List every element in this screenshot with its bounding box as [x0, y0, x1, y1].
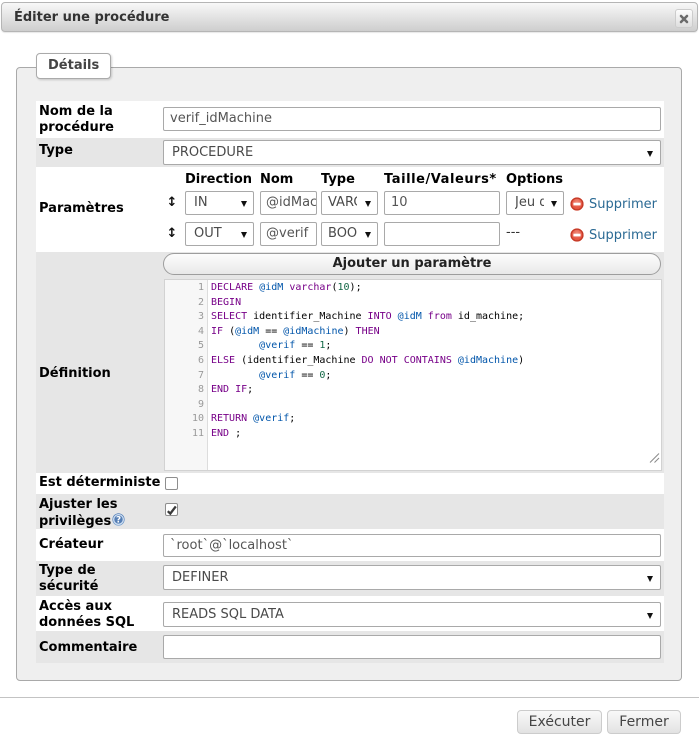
param-1-length-input[interactable]: 10 — [384, 191, 500, 215]
add-parameter-button[interactable]: Ajouter un paramètre — [163, 253, 661, 275]
creator-input[interactable]: `root`@`localhost` — [163, 534, 661, 557]
row-deterministic: Est déterministe — [36, 473, 664, 494]
details-fieldset: Nom de la procédure verif_idMachine Type… — [16, 67, 682, 681]
select-arrow-icon — [647, 576, 653, 582]
close-dialog-button[interactable]: Fermer — [607, 710, 681, 734]
drag-handle-icon[interactable]: ↕ — [166, 226, 178, 242]
param-1-type-select[interactable]: VARCHAR — [321, 191, 378, 215]
remove-minus-icon — [570, 196, 584, 215]
sql-data-access-label: Accès aux données SQL — [39, 599, 135, 630]
param-row-2: ↕ OUT @verif BOOLEAN --- Supprimer — [163, 222, 664, 246]
security-type-select[interactable]: DEFINER — [163, 565, 661, 590]
param-2-remove-link[interactable]: Supprimer — [589, 228, 657, 243]
routine-name-label: Nom de la procédure — [39, 104, 114, 135]
param-header-direction: Direction — [185, 172, 253, 187]
param-2-remove[interactable]: Supprimer — [570, 224, 657, 246]
row-definition: Définition 1 2 3 4 5 6 7 8 9 10 11 DECLARE @idM va… — [36, 277, 664, 473]
param-1-options-select[interactable]: Jeu de caractères — [506, 191, 564, 215]
creator-field: `root`@`localhost` — [163, 529, 664, 561]
routine-type-field: PROCEDURE — [163, 138, 664, 167]
sql-data-access-select[interactable]: READS SQL DATA — [163, 602, 661, 627]
adjust-privileges-checkbox[interactable] — [165, 503, 178, 516]
editor-code[interactable]: DECLARE @idM varchar(10); BEGIN SELECT ide… — [208, 280, 524, 470]
param-row-1: ↕ IN @idMachine VARCHAR 10 Jeu de caract… — [163, 191, 664, 215]
definition-field: 1 2 3 4 5 6 7 8 9 10 11 DECLARE @idM varchar(10); B… — [163, 277, 664, 473]
param-header-length: Taille/Valeurs* — [384, 172, 497, 187]
select-arrow-icon — [365, 201, 371, 207]
param-1-name-input[interactable]: @idMachine — [260, 191, 317, 215]
close-button[interactable] — [675, 9, 693, 28]
row-add-parameter: Ajouter un paramètre — [36, 252, 664, 277]
param-1-remove-link[interactable]: Supprimer — [589, 197, 657, 212]
select-arrow-icon — [241, 201, 247, 207]
tab-details[interactable]: Détails — [36, 53, 112, 79]
add-param-field: Ajouter un paramètre — [163, 252, 664, 277]
parameters-field: Direction Nom Type Taille/Valeurs* Optio… — [163, 167, 664, 252]
routine-form-table: Nom de la procédure verif_idMachine Type… — [36, 101, 664, 663]
execute-button[interactable]: Exécuter — [517, 710, 602, 734]
svg-text:?: ? — [116, 515, 121, 525]
sql-editor[interactable]: 1 2 3 4 5 6 7 8 9 10 11 DECLARE @idM varchar(10); B… — [164, 279, 662, 471]
row-parameters: Paramètres Direction Nom Type Taille/Val… — [36, 167, 664, 252]
comment-label: Commentaire — [39, 640, 138, 655]
remove-minus-icon — [570, 227, 584, 246]
select-arrow-icon — [551, 201, 557, 207]
row-routine-name: Nom de la procédure verif_idMachine — [36, 101, 664, 138]
param-header-type: Type — [321, 172, 355, 187]
deterministic-field — [163, 473, 664, 494]
dialog-title: Éditer une procédure — [14, 10, 170, 25]
param-2-length-input[interactable] — [384, 222, 500, 246]
routine-type-select[interactable]: PROCEDURE — [163, 140, 661, 165]
comment-field — [163, 631, 664, 663]
param-2-type-select[interactable]: BOOLEAN — [321, 222, 378, 246]
deterministic-label: Est déterministe — [39, 475, 161, 490]
checkmark-icon — [165, 502, 178, 521]
param-1-direction-select[interactable]: IN — [185, 191, 254, 215]
creator-label: Créateur — [39, 537, 104, 552]
routine-name-field: verif_idMachine — [163, 101, 664, 138]
select-arrow-icon — [365, 232, 371, 238]
definition-label: Définition — [39, 366, 111, 381]
comment-input[interactable] — [163, 635, 661, 659]
drag-handle-icon[interactable]: ↕ — [166, 195, 178, 211]
dialog-buttonpane: Exécuter Fermer — [0, 697, 699, 756]
adjust-privileges-label: Ajuster les privilèges? — [39, 497, 161, 531]
row-creator: Créateur `root`@`localhost` — [36, 529, 664, 561]
row-security-type: Type de sécurité DEFINER — [36, 561, 664, 596]
select-arrow-icon — [647, 151, 653, 157]
close-icon — [679, 14, 689, 27]
param-2-options-none: --- — [506, 225, 521, 240]
editor-line-numbers: 1 2 3 4 5 6 7 8 9 10 11 — [165, 280, 208, 470]
param-header-name: Nom — [260, 172, 294, 187]
row-routine-type: Type PROCEDURE — [36, 138, 664, 167]
deterministic-checkbox[interactable] — [165, 477, 178, 490]
row-sql-data-access: Accès aux données SQL READS SQL DATA — [36, 596, 664, 631]
row-comment: Commentaire — [36, 631, 664, 663]
adjust-privileges-field — [163, 494, 664, 529]
parameters-label: Paramètres — [39, 201, 124, 216]
param-1-remove[interactable]: Supprimer — [570, 193, 657, 215]
routine-type-label: Type — [39, 143, 73, 158]
select-arrow-icon — [647, 613, 653, 619]
routine-name-input[interactable]: verif_idMachine — [163, 107, 661, 131]
dialog-titlebar: Éditer une procédure — [1, 2, 698, 32]
editor-resize-icon[interactable] — [647, 453, 660, 469]
param-header-options: Options — [506, 172, 563, 187]
param-2-name-input[interactable]: @verif — [260, 222, 317, 246]
select-arrow-icon — [241, 232, 247, 238]
sql-data-access-field: READS SQL DATA — [163, 596, 664, 631]
security-type-field: DEFINER — [163, 561, 664, 596]
param-2-direction-select[interactable]: OUT — [185, 222, 254, 246]
security-type-label: Type de sécurité — [39, 563, 99, 594]
row-adjust-privileges: Ajuster les privilèges? — [36, 494, 664, 529]
